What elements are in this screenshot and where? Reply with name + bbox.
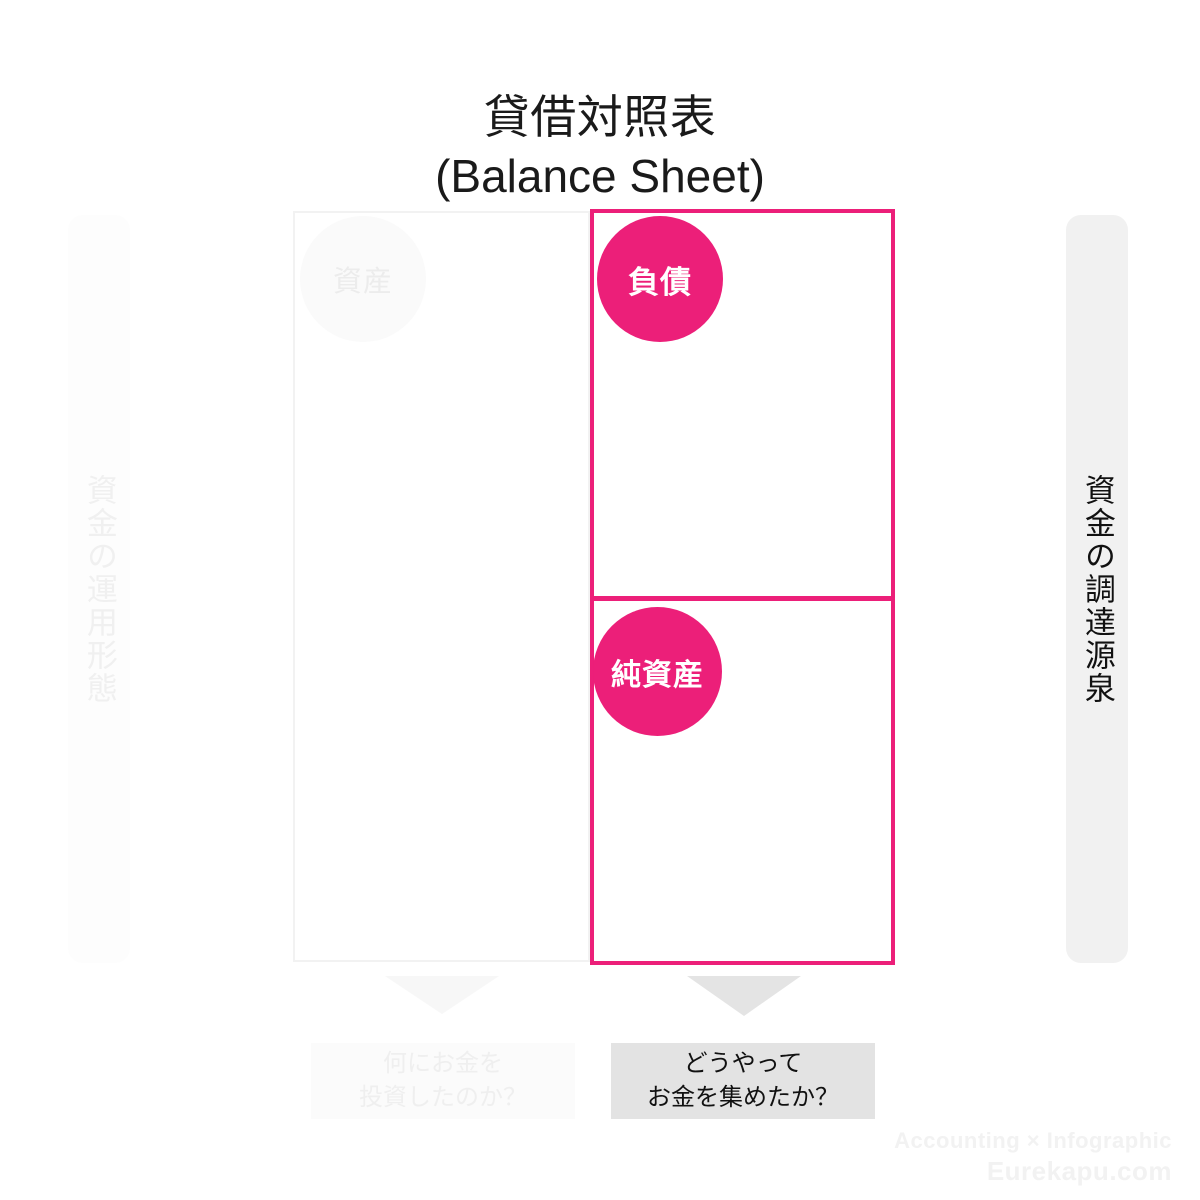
right-rail-label: 資金の調達源泉 [1079, 473, 1115, 705]
left-rail-label: 資金の運用形態 [81, 473, 117, 705]
right-rail-funds-source: 資金の調達源泉 [1066, 215, 1128, 963]
caption-assets-question: 何にお金を 投資したのか？ [311, 1043, 575, 1119]
caption-funding-line2: お金を集めたか？ [647, 1084, 839, 1111]
page-title-japanese: 貸借対照表 [483, 91, 717, 143]
watermark: Accounting × Infographic Eurekapu.com [894, 1128, 1172, 1187]
assets-bubble-label: 資産 [332, 266, 393, 298]
caption-funding-question: どうやって お金を集めたか？ [611, 1043, 875, 1119]
net-assets-bubble: 純資産 [593, 607, 722, 736]
caption-assets-text: 何にお金を 投資したのか？ [359, 1047, 527, 1115]
left-rail-funds-application: 資金の運用形態 [68, 215, 130, 963]
down-arrow-icon-left [385, 976, 499, 1014]
infographic-canvas: 貸借対照表 (Balance Sheet) 資金の運用形態 資金の調達源泉 資産… [0, 0, 1200, 1200]
net-assets-bubble-label: 純資産 [611, 658, 704, 692]
page-title: 貸借対照表 (Balance Sheet) [0, 88, 1200, 206]
caption-funding-line1: どうやって [683, 1049, 803, 1077]
watermark-tagline: Accounting × Infographic [894, 1128, 1172, 1153]
liabilities-bubble-label: 負債 [628, 264, 692, 300]
liabilities-equity-divider [590, 596, 895, 601]
assets-bubble: 資産 [300, 216, 426, 342]
page-title-english: (Balance Sheet) [435, 149, 765, 202]
caption-assets-line1: 何にお金を [383, 1049, 503, 1077]
caption-assets-line2: 投資したのか？ [359, 1084, 527, 1111]
down-arrow-icon-right [687, 976, 801, 1016]
liabilities-bubble: 負債 [597, 216, 723, 342]
watermark-site: Eurekapu.com [986, 1156, 1172, 1186]
caption-funding-text: どうやって お金を集めたか？ [647, 1047, 839, 1115]
